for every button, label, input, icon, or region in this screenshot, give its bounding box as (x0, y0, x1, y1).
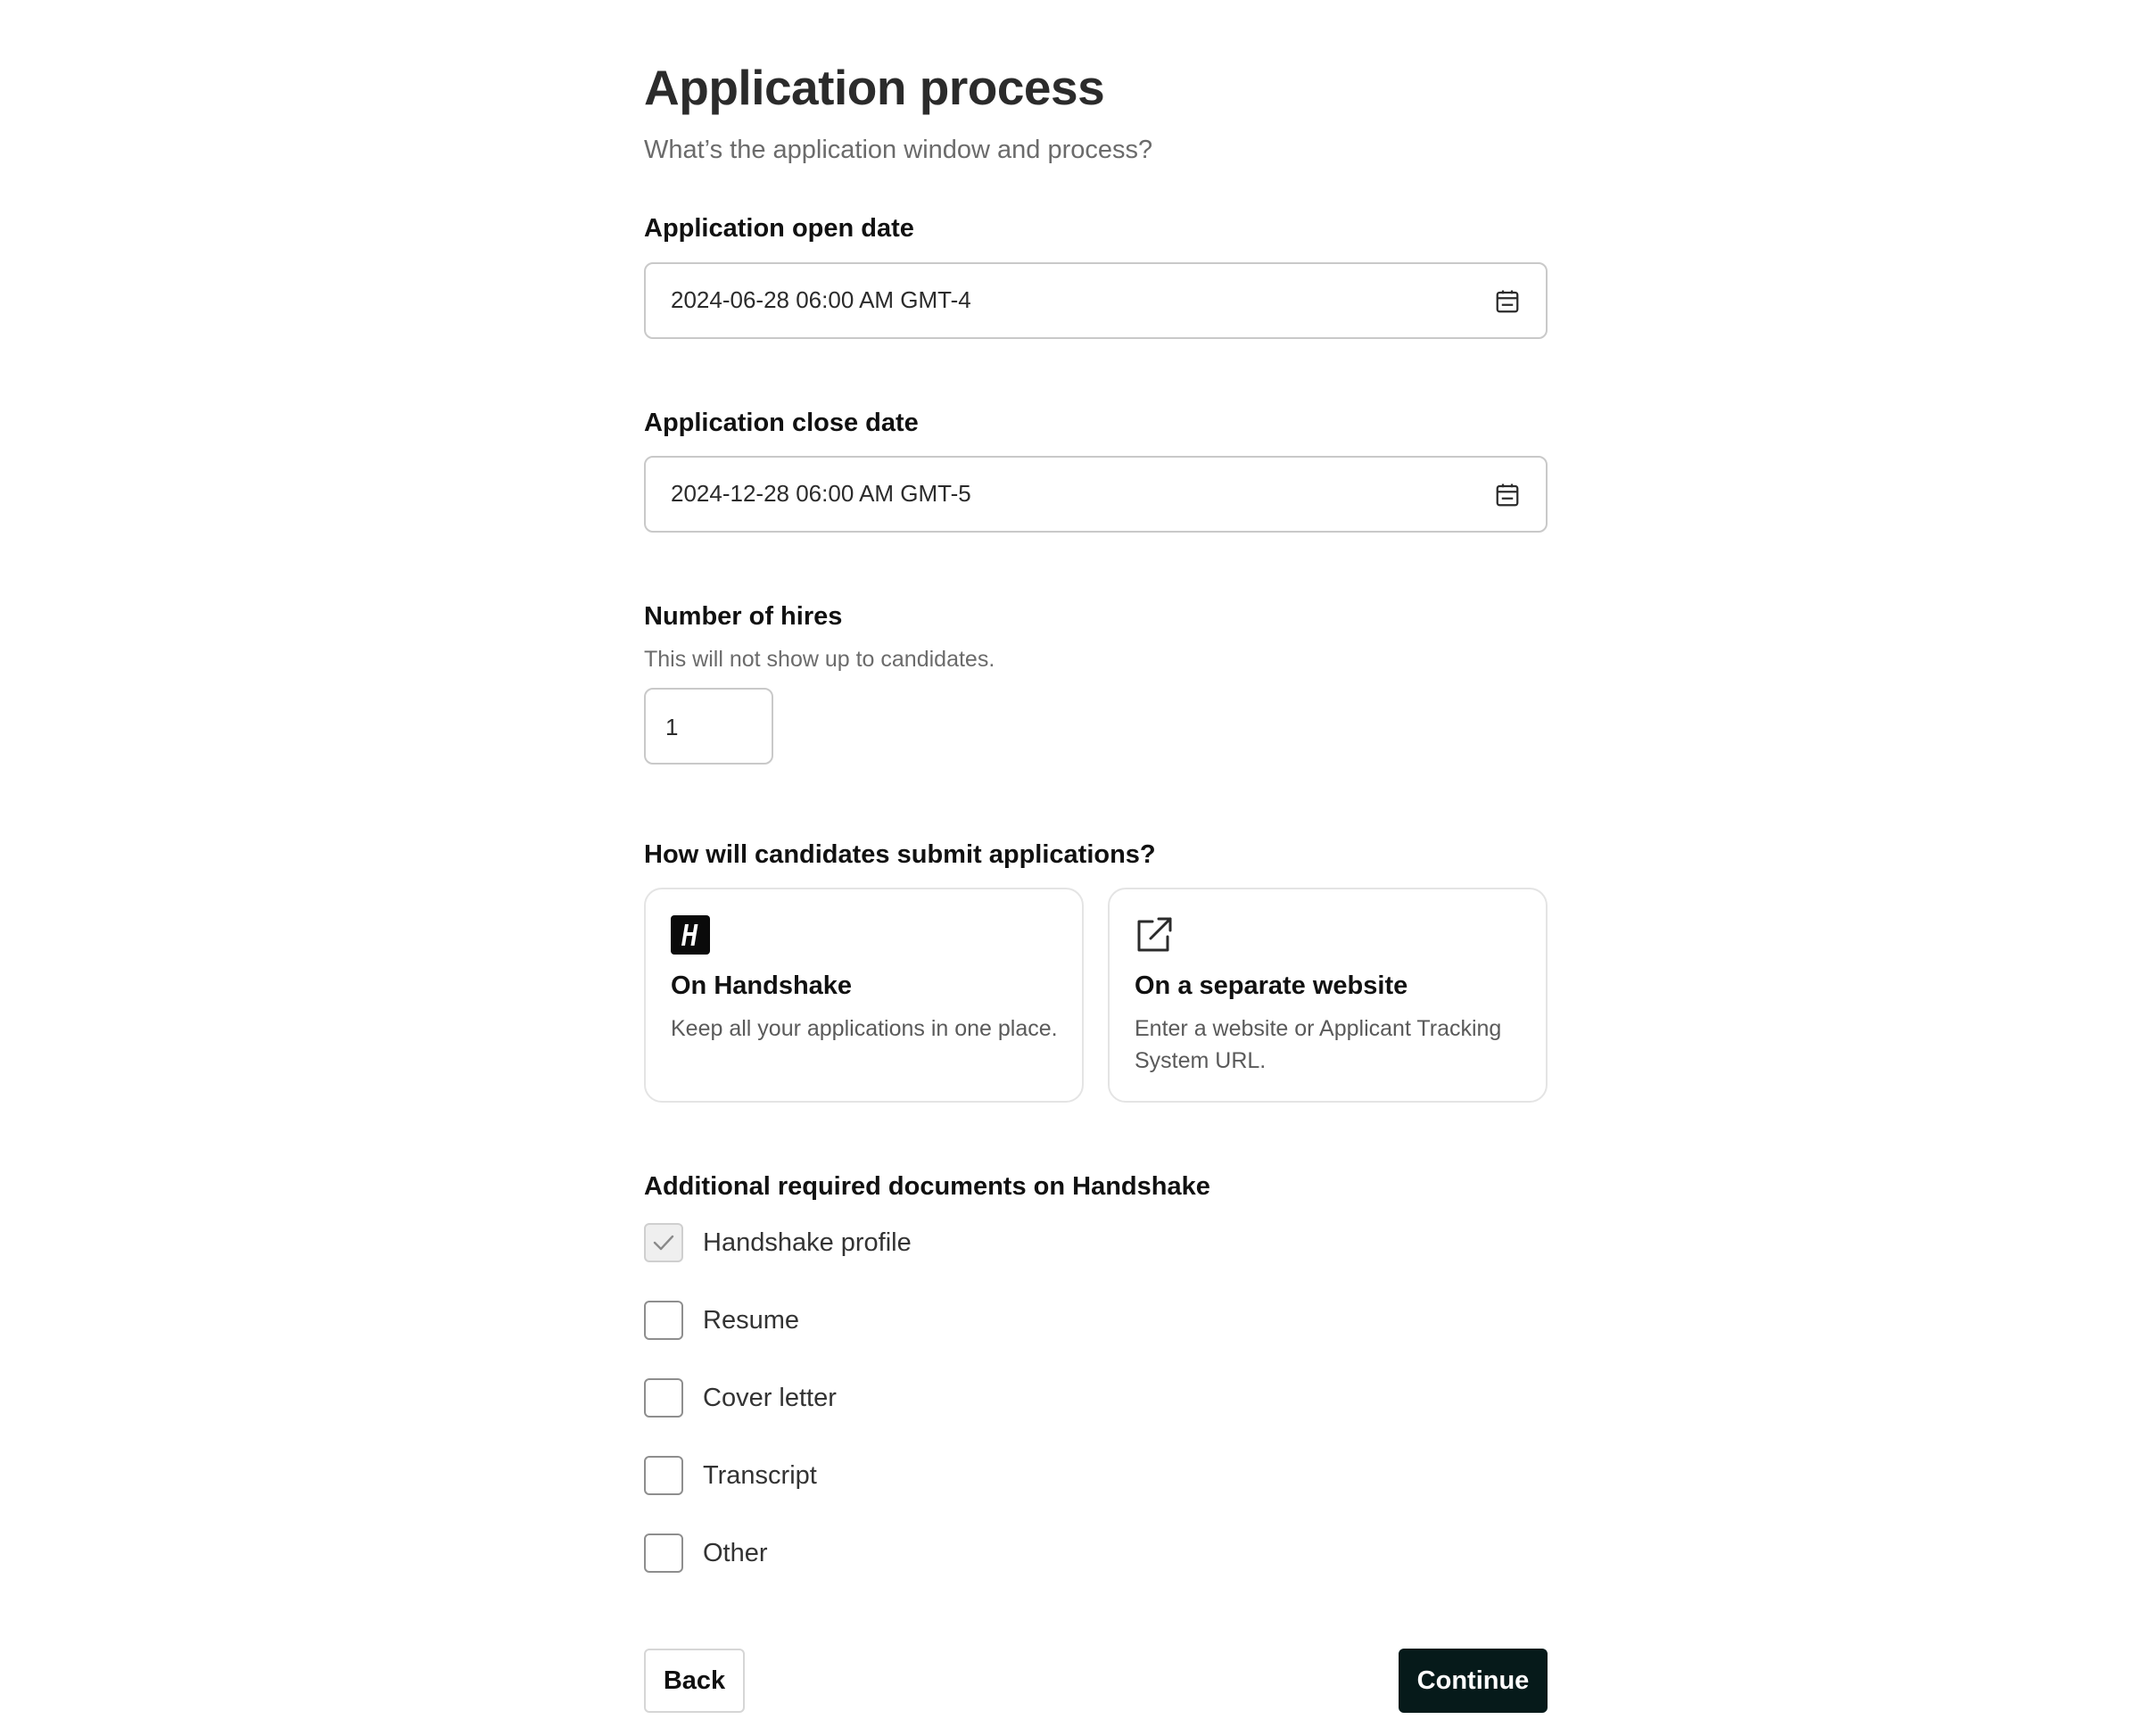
option-on-handshake[interactable]: On Handshake Keep all your applications … (644, 888, 1084, 1103)
hires-value: 1 (665, 714, 679, 740)
page-title: Application process (644, 60, 1105, 115)
calendar-icon[interactable] (1494, 482, 1521, 508)
external-link-icon (1137, 917, 1172, 952)
resume-checkbox[interactable] (644, 1301, 683, 1340)
checkbox-label: Cover letter (703, 1384, 837, 1412)
page-subtitle: What’s the application window and proces… (644, 136, 1153, 164)
checkmark-icon (653, 1235, 674, 1251)
checkbox-row-handshake-profile: Handshake profile (644, 1223, 1179, 1262)
handshake-logo-icon (671, 915, 710, 955)
close-date-label: Application close date (644, 409, 919, 437)
checkbox-label: Handshake profile (703, 1228, 912, 1257)
checkbox-row-other: Other (644, 1533, 1179, 1573)
checkbox-label: Resume (703, 1306, 799, 1335)
back-button[interactable]: Back (644, 1649, 745, 1713)
continue-button[interactable]: Continue (1399, 1649, 1548, 1713)
checkbox-label: Other (703, 1539, 768, 1567)
submission-label: How will candidates submit applications? (644, 840, 1156, 869)
close-date-value: 2024-12-28 06:00 AM GMT-5 (671, 480, 971, 507)
option-description: Keep all your applications in one place. (671, 1016, 1058, 1041)
handshake-profile-checkbox[interactable] (644, 1223, 683, 1262)
checkbox-row-cover-letter: Cover letter (644, 1378, 1179, 1418)
other-checkbox[interactable] (644, 1533, 683, 1573)
checkbox-label: Transcript (703, 1461, 817, 1490)
application-process-form: Application process What’s the applicati… (644, 0, 1548, 1736)
option-description: Enter a website or Applicant Tracking Sy… (1135, 1016, 1502, 1073)
checkbox-row-transcript: Transcript (644, 1456, 1179, 1495)
close-date-field[interactable]: 2024-12-28 06:00 AM GMT-5 (644, 456, 1548, 533)
hires-hint: This will not show up to candidates. (644, 647, 995, 672)
option-separate-website[interactable]: On a separate website Enter a website or… (1108, 888, 1548, 1103)
open-date-value: 2024-06-28 06:00 AM GMT-4 (671, 286, 971, 313)
cover-letter-checkbox[interactable] (644, 1378, 683, 1418)
calendar-icon[interactable] (1494, 288, 1521, 315)
hires-input[interactable]: 1 (644, 688, 773, 765)
documents-label: Additional required documents on Handsha… (644, 1172, 1210, 1201)
open-date-label: Application open date (644, 214, 914, 243)
option-title: On a separate website (1135, 971, 1408, 1000)
hires-label: Number of hires (644, 602, 843, 631)
open-date-field[interactable]: 2024-06-28 06:00 AM GMT-4 (644, 262, 1548, 339)
transcript-checkbox[interactable] (644, 1456, 683, 1495)
option-title: On Handshake (671, 971, 853, 1000)
checkbox-row-resume: Resume (644, 1301, 1179, 1340)
